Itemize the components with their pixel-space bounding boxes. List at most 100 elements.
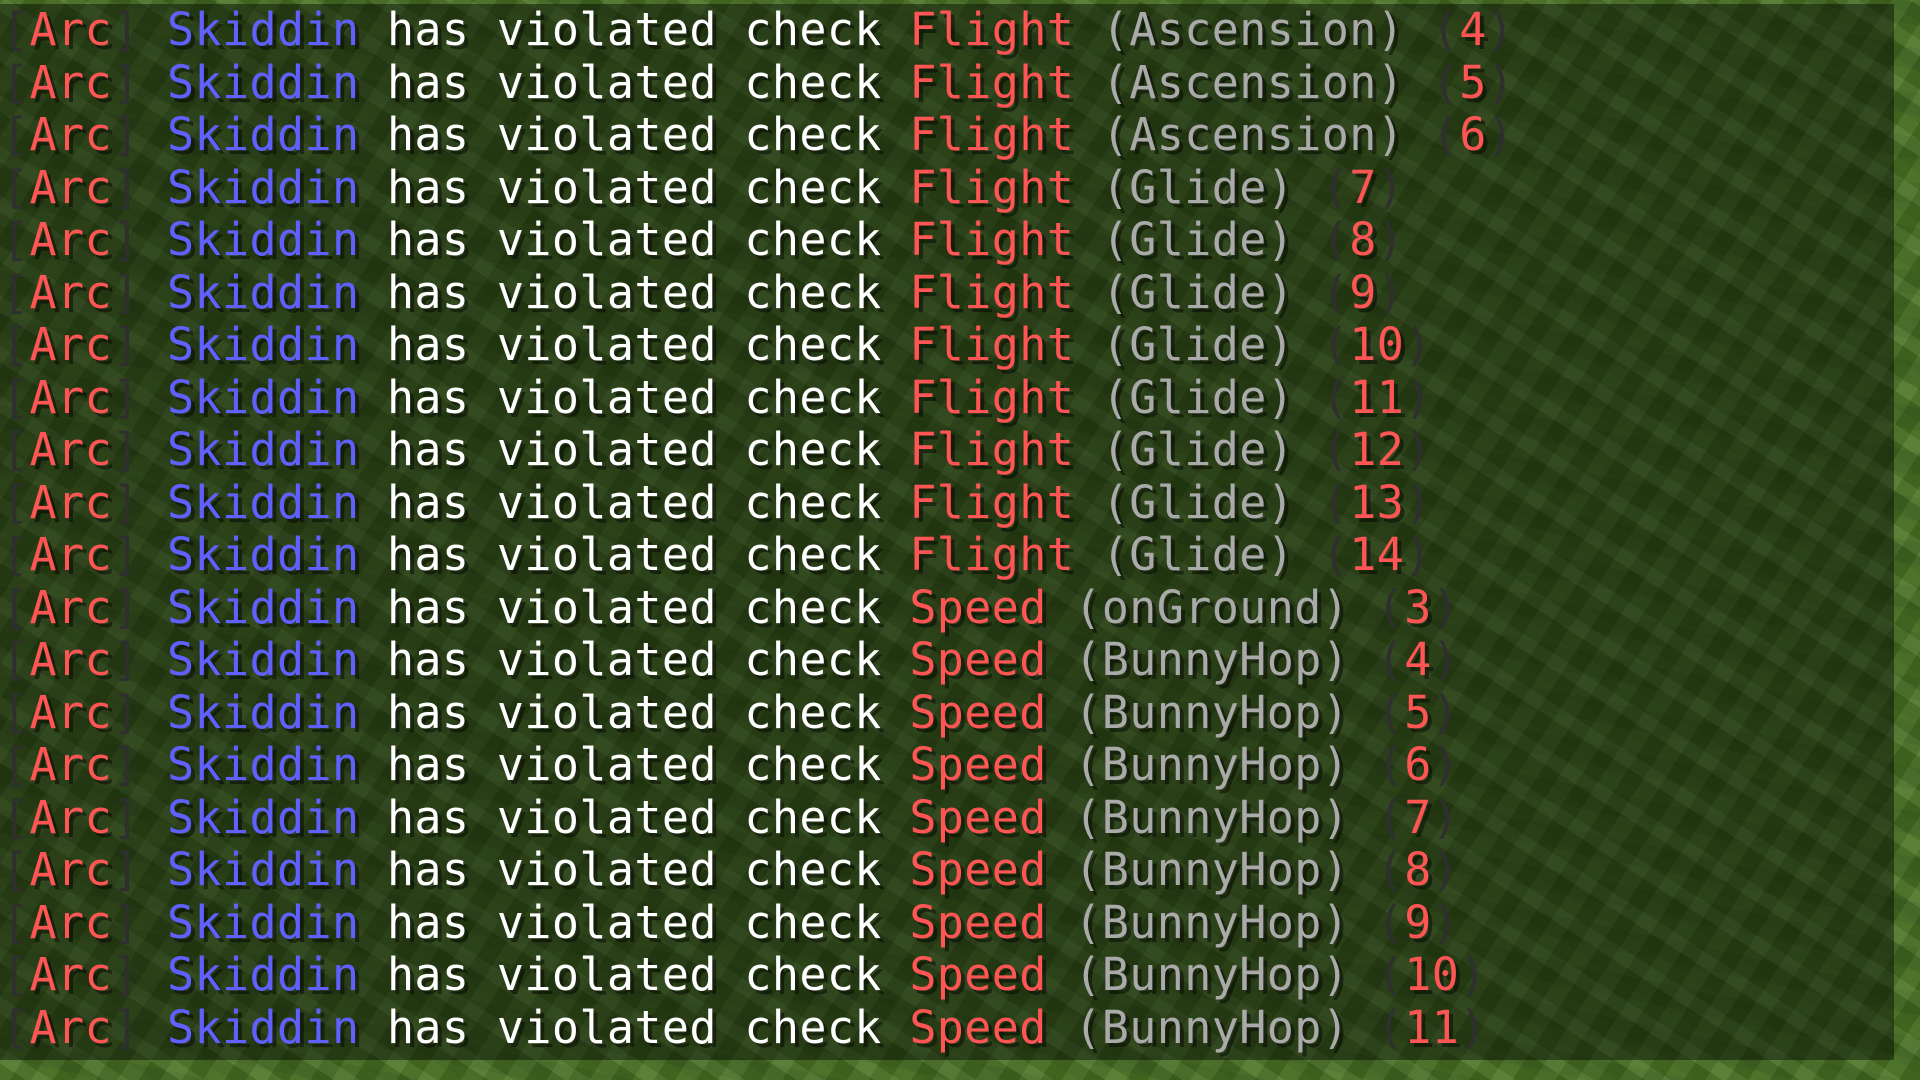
player-name: Skiddin: [166, 160, 360, 214]
player-name: Skiddin: [166, 265, 360, 319]
vl-open-paren: (: [1376, 1000, 1405, 1054]
player-name: Skiddin: [166, 108, 360, 161]
chat-line: [Arc] Skiddin has violated check Flight …: [2, 475, 1894, 530]
prefix-open-bracket: [: [2, 423, 30, 476]
vl-open-paren: (: [1321, 528, 1350, 581]
violation-message: has violated check: [386, 633, 882, 686]
vl-open-paren: (: [1431, 108, 1460, 161]
player-name: Skiddin: [166, 738, 360, 791]
chat-prefix: Arc: [29, 213, 112, 266]
chat-line: [Arc] Skiddin has violated check Speed (…: [2, 580, 1894, 635]
check-detail: (Glide): [1101, 528, 1295, 581]
prefix-close-bracket: ]: [111, 633, 140, 686]
vl-open-paren: (: [1321, 318, 1350, 371]
prefix-open-bracket: [: [2, 580, 30, 634]
chat-prefix: Arc: [29, 1000, 112, 1054]
prefix-close-bracket: ]: [111, 265, 140, 319]
vl-close-paren: ): [1404, 370, 1432, 424]
chat-line: [Arc] Skiddin has violated check Flight …: [2, 370, 1894, 425]
check-name: Flight: [909, 318, 1075, 371]
check-detail: (Ascension): [1101, 108, 1405, 161]
check-detail: (BunnyHop): [1074, 843, 1350, 896]
check-detail: (Glide): [1101, 160, 1295, 214]
violation-message: has violated check: [386, 895, 882, 949]
vl-open-paren: (: [1376, 948, 1405, 1001]
chat-prefix: Arc: [29, 738, 112, 791]
check-detail: (Glide): [1101, 423, 1295, 476]
chat-line: [Arc] Skiddin has violated check Speed (…: [2, 948, 1894, 1002]
vl-open-paren: (: [1321, 160, 1350, 214]
violation-message: has violated check: [386, 475, 882, 529]
violation-level: 10: [1404, 948, 1460, 1001]
violation-level: 8: [1404, 843, 1432, 896]
violation-level: 7: [1404, 790, 1432, 844]
chat-prefix: Arc: [29, 528, 112, 581]
prefix-open-bracket: [: [2, 895, 30, 949]
player-name: Skiddin: [166, 528, 360, 581]
player-name: Skiddin: [166, 633, 360, 686]
vl-close-paren: ): [1404, 423, 1432, 476]
prefix-close-bracket: ]: [111, 843, 140, 896]
chat-line: [Arc] Skiddin has violated check Flight …: [2, 265, 1894, 320]
chat-line: [Arc] Skiddin has violated check Speed (…: [2, 790, 1894, 845]
violation-message: has violated check: [386, 528, 882, 581]
chat-line: [Arc] Skiddin has violated check Flight …: [2, 213, 1894, 267]
chat-prefix: Arc: [29, 160, 112, 214]
violation-level: 14: [1349, 528, 1405, 581]
player-name: Skiddin: [166, 213, 360, 266]
check-detail: (Glide): [1101, 318, 1295, 371]
prefix-close-bracket: ]: [111, 685, 140, 739]
vl-close-paren: ): [1376, 265, 1405, 319]
check-name: Speed: [909, 895, 1047, 949]
vl-close-paren: ): [1376, 213, 1405, 266]
prefix-open-bracket: [: [2, 948, 30, 1001]
vl-close-paren: ): [1431, 685, 1460, 739]
chat-prefix: Arc: [29, 580, 112, 634]
player-name: Skiddin: [166, 948, 360, 1001]
chat-line: [Arc] Skiddin has violated check Flight …: [2, 160, 1894, 215]
chat-line: [Arc] Skiddin has violated check Speed (…: [2, 895, 1894, 950]
prefix-close-bracket: ]: [111, 738, 140, 791]
check-detail: (BunnyHop): [1074, 895, 1350, 949]
vl-open-paren: (: [1376, 580, 1405, 634]
check-detail: (Ascension): [1101, 3, 1405, 56]
check-detail: (BunnyHop): [1074, 633, 1350, 686]
check-detail: (BunnyHop): [1074, 685, 1350, 739]
violation-message: has violated check: [386, 685, 882, 739]
vl-close-paren: ): [1459, 1000, 1487, 1054]
check-detail: (Ascension): [1101, 55, 1405, 109]
chat-line: [Arc] Skiddin has violated check Speed (…: [2, 1000, 1894, 1055]
player-name: Skiddin: [166, 3, 360, 56]
violation-message: has violated check: [386, 580, 882, 634]
prefix-open-bracket: [: [2, 633, 30, 686]
vl-open-paren: (: [1321, 213, 1350, 266]
prefix-open-bracket: [: [2, 528, 30, 581]
player-name: Skiddin: [166, 55, 360, 109]
prefix-close-bracket: ]: [111, 3, 140, 56]
check-detail: (onGround): [1074, 580, 1350, 634]
vl-open-paren: (: [1321, 475, 1350, 529]
violation-level: 9: [1349, 265, 1377, 319]
prefix-open-bracket: [: [2, 318, 30, 371]
check-detail: (Glide): [1101, 265, 1295, 319]
violation-message: has violated check: [386, 370, 882, 424]
prefix-close-bracket: ]: [111, 528, 140, 581]
chat-line: [Arc] Skiddin has violated check Flight …: [2, 108, 1894, 162]
violation-level: 6: [1459, 108, 1487, 161]
player-name: Skiddin: [166, 790, 360, 844]
player-name: Skiddin: [166, 580, 360, 634]
check-name: Flight: [909, 3, 1075, 56]
vl-open-paren: (: [1431, 55, 1460, 109]
check-name: Flight: [909, 55, 1075, 109]
player-name: Skiddin: [166, 423, 360, 476]
check-name: Flight: [909, 160, 1075, 214]
prefix-close-bracket: ]: [111, 895, 140, 949]
violation-message: has violated check: [386, 55, 882, 109]
check-name: Speed: [909, 948, 1047, 1001]
violation-level: 3: [1404, 580, 1432, 634]
check-name: Flight: [909, 528, 1075, 581]
chat-prefix: Arc: [29, 843, 112, 896]
check-name: Flight: [909, 265, 1075, 319]
violation-message: has violated check: [386, 265, 882, 319]
vl-open-paren: (: [1321, 370, 1350, 424]
